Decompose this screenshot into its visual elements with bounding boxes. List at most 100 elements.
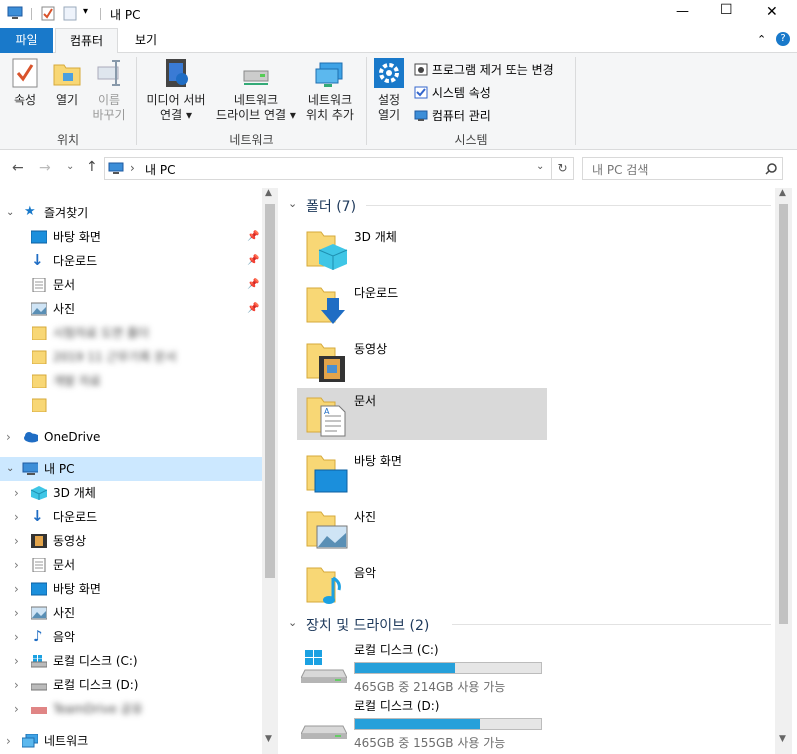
nav-documents[interactable]: › 문서 (0, 553, 262, 577)
nav-qa-downloads[interactable]: ↓ 다운로드 📌 (0, 249, 262, 273)
chevron-right-icon[interactable]: › (6, 425, 11, 449)
folder-item-downloads[interactable]: 다운로드 (297, 280, 547, 332)
qat-dropdown-icon[interactable]: ▾ (83, 6, 88, 17)
maximize-button[interactable]: ☐ (720, 2, 733, 18)
search-field[interactable]: 내 PC 검색 (582, 157, 783, 180)
content-scrollbar-thumb[interactable] (779, 204, 788, 624)
tab-computer[interactable]: 컴퓨터 (55, 28, 118, 54)
properties-button[interactable]: 속성 (4, 57, 46, 108)
scroll-up-icon[interactable]: ▲ (265, 188, 272, 198)
folder-item-3d-objects[interactable]: 3D 개체 (297, 224, 547, 276)
folder-item-videos[interactable]: 동영상 (297, 336, 547, 388)
nav-quick-access[interactable]: ⌄ ★ 즐겨찾기 (0, 201, 262, 225)
folder-item-pictures[interactable]: 사진 (297, 504, 547, 556)
computer-icon[interactable] (7, 6, 23, 20)
minimize-button[interactable]: — (676, 4, 689, 19)
breadcrumb-chevron-icon[interactable]: › (130, 161, 135, 175)
up-arrow-icon[interactable]: ↑ (86, 159, 98, 175)
nav-desktop[interactable]: › 바탕 화면 (0, 577, 262, 601)
open-button[interactable]: 열기 (48, 57, 86, 108)
chevron-right-icon[interactable]: › (14, 577, 19, 601)
content-scrollbar[interactable]: ▲ ▼ (775, 188, 792, 754)
nav-music[interactable]: › ♪ 음악 (0, 625, 262, 649)
nav-3d-objects[interactable]: › 3D 개체 (0, 481, 262, 505)
pin-icon[interactable]: 📌 (247, 225, 259, 249)
folder-item-music[interactable]: 음악 (297, 560, 547, 612)
nav-onedrive[interactable]: › OneDrive (0, 425, 262, 449)
back-arrow-icon[interactable]: ← (12, 160, 24, 176)
nav-scrollbar-thumb[interactable] (265, 204, 275, 578)
nav-downloads[interactable]: › ↓ 다운로드 (0, 505, 262, 529)
open-settings-button[interactable]: 설정 열기 (370, 57, 408, 123)
pin-icon[interactable]: 📌 (247, 297, 259, 321)
chevron-right-icon[interactable]: › (14, 649, 19, 673)
system-properties-button[interactable]: 시스템 속성 (414, 84, 491, 101)
nav-this-pc[interactable]: ⌄ 내 PC (0, 457, 262, 481)
close-button[interactable]: ✕ (766, 4, 778, 20)
nav-drive-d[interactable]: › 로컬 디스크 (D:) (0, 673, 262, 697)
chevron-right-icon[interactable]: › (14, 553, 19, 577)
recent-locations-icon[interactable]: ⌄ (66, 161, 74, 172)
nav-qa-blurred-folder[interactable]: 시험자료 도면 폴더 (0, 321, 262, 345)
pin-icon[interactable]: 📌 (247, 273, 259, 297)
rename-button[interactable]: 이름 바꾸기 (88, 57, 130, 123)
nav-qa-pictures[interactable]: 사진 📌 (0, 297, 262, 321)
forward-arrow-icon[interactable]: → (39, 160, 51, 176)
collapse-ribbon-icon[interactable]: ⌃ (757, 33, 766, 46)
nav-videos[interactable]: › 동영상 (0, 529, 262, 553)
chevron-down-icon[interactable]: ⌄ (6, 201, 14, 225)
settings-label-1: 설정 (377, 93, 401, 107)
properties-check-icon[interactable] (41, 6, 55, 21)
map-drive-button[interactable]: 네트워크 드라이브 연결 ▾ (212, 57, 300, 123)
help-button[interactable]: ? (776, 32, 790, 46)
download-arrow-icon: ↓ (31, 251, 44, 269)
folders-section-header[interactable]: 폴더 (7) (306, 196, 356, 216)
nav-pictures[interactable]: › 사진 (0, 601, 262, 625)
drive-item-c[interactable]: 로컬 디스크 (C:) 465GB 중 214GB 사용 가능 (297, 640, 547, 694)
refresh-icon[interactable]: ↻ (552, 157, 574, 180)
new-folder-icon[interactable] (63, 6, 77, 21)
uninstall-button[interactable]: 프로그램 제거 또는 변경 (414, 61, 554, 78)
chevron-right-icon[interactable]: › (14, 625, 19, 649)
chevron-right-icon[interactable]: › (14, 505, 19, 529)
breadcrumb-this-pc[interactable]: 내 PC (145, 161, 175, 178)
rename-label-2: 바꾸기 (92, 108, 126, 122)
section-divider (366, 205, 771, 206)
chevron-right-icon[interactable]: › (14, 697, 19, 721)
chevron-right-icon[interactable]: › (14, 601, 19, 625)
chevron-right-icon[interactable]: › (14, 529, 19, 553)
folder-item-documents[interactable]: A 문서 (297, 388, 547, 440)
media-server-button[interactable]: 미디어 서버 연결 ▾ (140, 57, 212, 123)
drive-item-d[interactable]: 로컬 디스크 (D:) 465GB 중 155GB 사용 가능 (297, 696, 547, 750)
nav-qa-blurred-folder[interactable]: 개발 자료 (0, 369, 262, 393)
folder-item-desktop[interactable]: 바탕 화면 (297, 448, 547, 500)
scroll-down-icon[interactable]: ▼ (265, 734, 272, 744)
scroll-down-icon[interactable]: ▼ (779, 734, 786, 744)
chevron-right-icon[interactable]: › (14, 673, 19, 697)
nav-scrollbar[interactable]: ▲ ▼ (262, 188, 278, 754)
nav-qa-blurred-folder[interactable]: 2019 11 근무기록 문서 (0, 345, 262, 369)
chevron-down-icon[interactable]: ⌄ (6, 457, 14, 481)
nav-blurred-drive[interactable]: › TeamDrive 공유 (0, 697, 262, 721)
address-field[interactable]: › 내 PC ⌄ (104, 157, 552, 180)
nav-qa-documents[interactable]: 문서 📌 (0, 273, 262, 297)
nav-qa-blurred-folder[interactable] (0, 393, 262, 417)
scroll-up-icon[interactable]: ▲ (779, 188, 786, 198)
computer-management-button[interactable]: 컴퓨터 관리 (414, 107, 491, 124)
nav-network[interactable]: › 네트워크 (0, 729, 262, 753)
drive-icon (31, 683, 47, 691)
address-dropdown-icon[interactable]: ⌄ (536, 161, 544, 172)
tab-view[interactable]: 보기 (121, 28, 171, 53)
add-network-location-button[interactable]: 네트워크 위치 추가 (300, 57, 360, 123)
chevron-right-icon[interactable]: › (6, 729, 11, 753)
nav-drive-c[interactable]: › 로컬 디스크 (C:) (0, 649, 262, 673)
desktop-icon (31, 230, 47, 244)
rename-icon (97, 60, 120, 86)
drives-section-header[interactable]: 장치 및 드라이브 (2) (306, 615, 429, 635)
nav-qa-desktop[interactable]: 바탕 화면 📌 (0, 225, 262, 249)
chevron-right-icon[interactable]: › (14, 481, 19, 505)
section-collapse-icon[interactable]: ⌄ (288, 616, 297, 629)
tab-file[interactable]: 파일 (0, 28, 53, 53)
section-collapse-icon[interactable]: ⌄ (288, 197, 297, 210)
pin-icon[interactable]: 📌 (247, 249, 259, 273)
